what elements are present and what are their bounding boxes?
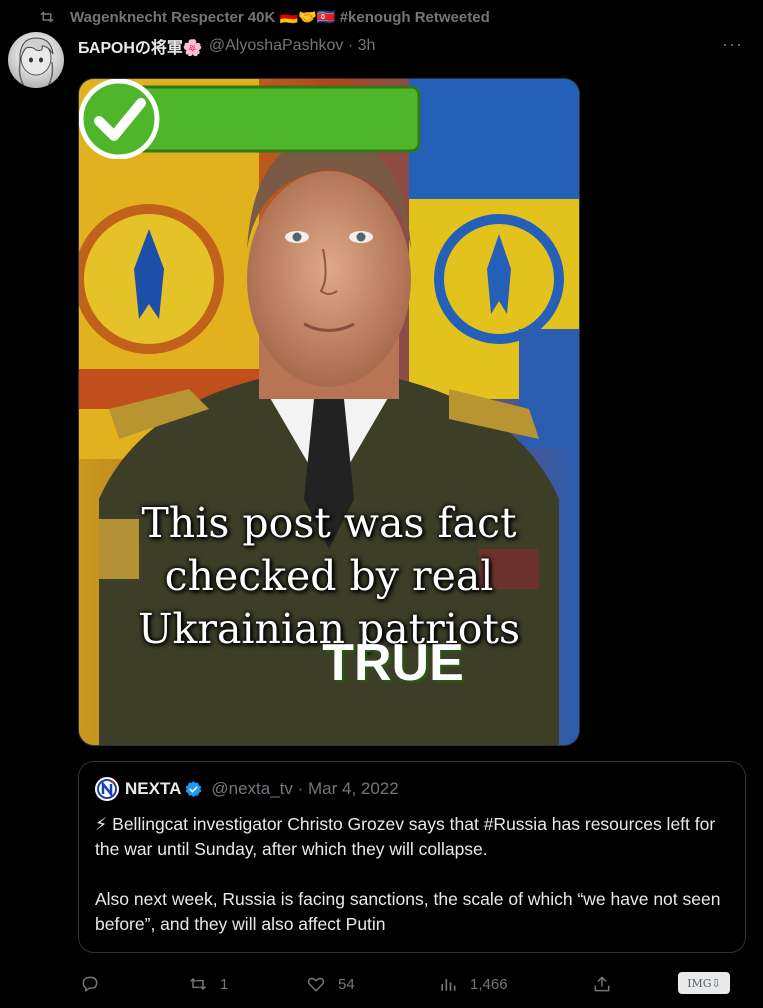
share-icon	[594, 976, 610, 992]
author-handle-time[interactable]: @AlyoshaPashkov · 3h	[209, 37, 376, 55]
avatar[interactable]	[8, 32, 64, 88]
quoted-tweet-text: ⚡ Bellingcat investigator Christo Grozev…	[95, 812, 735, 962]
retweet-context[interactable]: Wagenknecht Respecter 40K 🇩🇪🤝🇰🇵 #kenough…	[38, 6, 490, 28]
image-download-button[interactable]: IMG⇩	[678, 972, 730, 994]
like-icon	[307, 977, 325, 992]
like-button[interactable]: 54	[306, 970, 355, 998]
reply-button[interactable]	[80, 970, 112, 998]
quoted-author-name: NEXTA	[125, 779, 182, 798]
tweet-image[interactable]: This post was fact checked by real Ukrai…	[78, 78, 580, 746]
author-name[interactable]: БАРОНの将軍🌸	[78, 34, 203, 58]
tweet-actions: 1 54 1,466 IMG⇩	[78, 970, 746, 998]
nexta-logo-icon	[95, 777, 119, 801]
share-button[interactable]	[592, 970, 612, 998]
retweet-icon	[40, 11, 54, 23]
like-count: 54	[338, 975, 355, 993]
true-badge	[79, 79, 421, 159]
caption-line: checked by real	[164, 552, 494, 600]
retweet-count: 1	[220, 975, 229, 993]
verified-icon	[186, 780, 202, 797]
tweet-header: БАРОНの将軍🌸 @AlyoshaPashkov · 3h ···	[78, 34, 743, 58]
quoted-tweet-header: NEXTA @nexta_tv · Mar 4, 2022	[95, 777, 399, 801]
quoted-tweet[interactable]: NEXTA @nexta_tv · Mar 4, 2022 ⚡ Bellingc…	[78, 761, 746, 953]
quoted-handle-date: @nexta_tv · Mar 4, 2022	[211, 779, 399, 798]
views-button[interactable]: 1,466	[438, 970, 508, 998]
caption-line: This post was fact	[141, 499, 517, 547]
quoted-paragraph: Also next week, Russia is facing sanctio…	[95, 889, 721, 934]
quoted-paragraph: ⚡ Bellingcat investigator Christo Grozev…	[95, 814, 716, 859]
views-icon	[441, 979, 456, 991]
true-label: TRUE	[322, 634, 464, 692]
retweet-icon	[189, 977, 207, 991]
retweet-context-text: Wagenknecht Respecter 40K 🇩🇪🤝🇰🇵 #kenough…	[70, 9, 490, 26]
more-icon[interactable]: ···	[722, 34, 743, 55]
views-count: 1,466	[470, 975, 508, 993]
retweet-button[interactable]: 1	[188, 970, 228, 998]
reply-icon	[82, 976, 98, 993]
